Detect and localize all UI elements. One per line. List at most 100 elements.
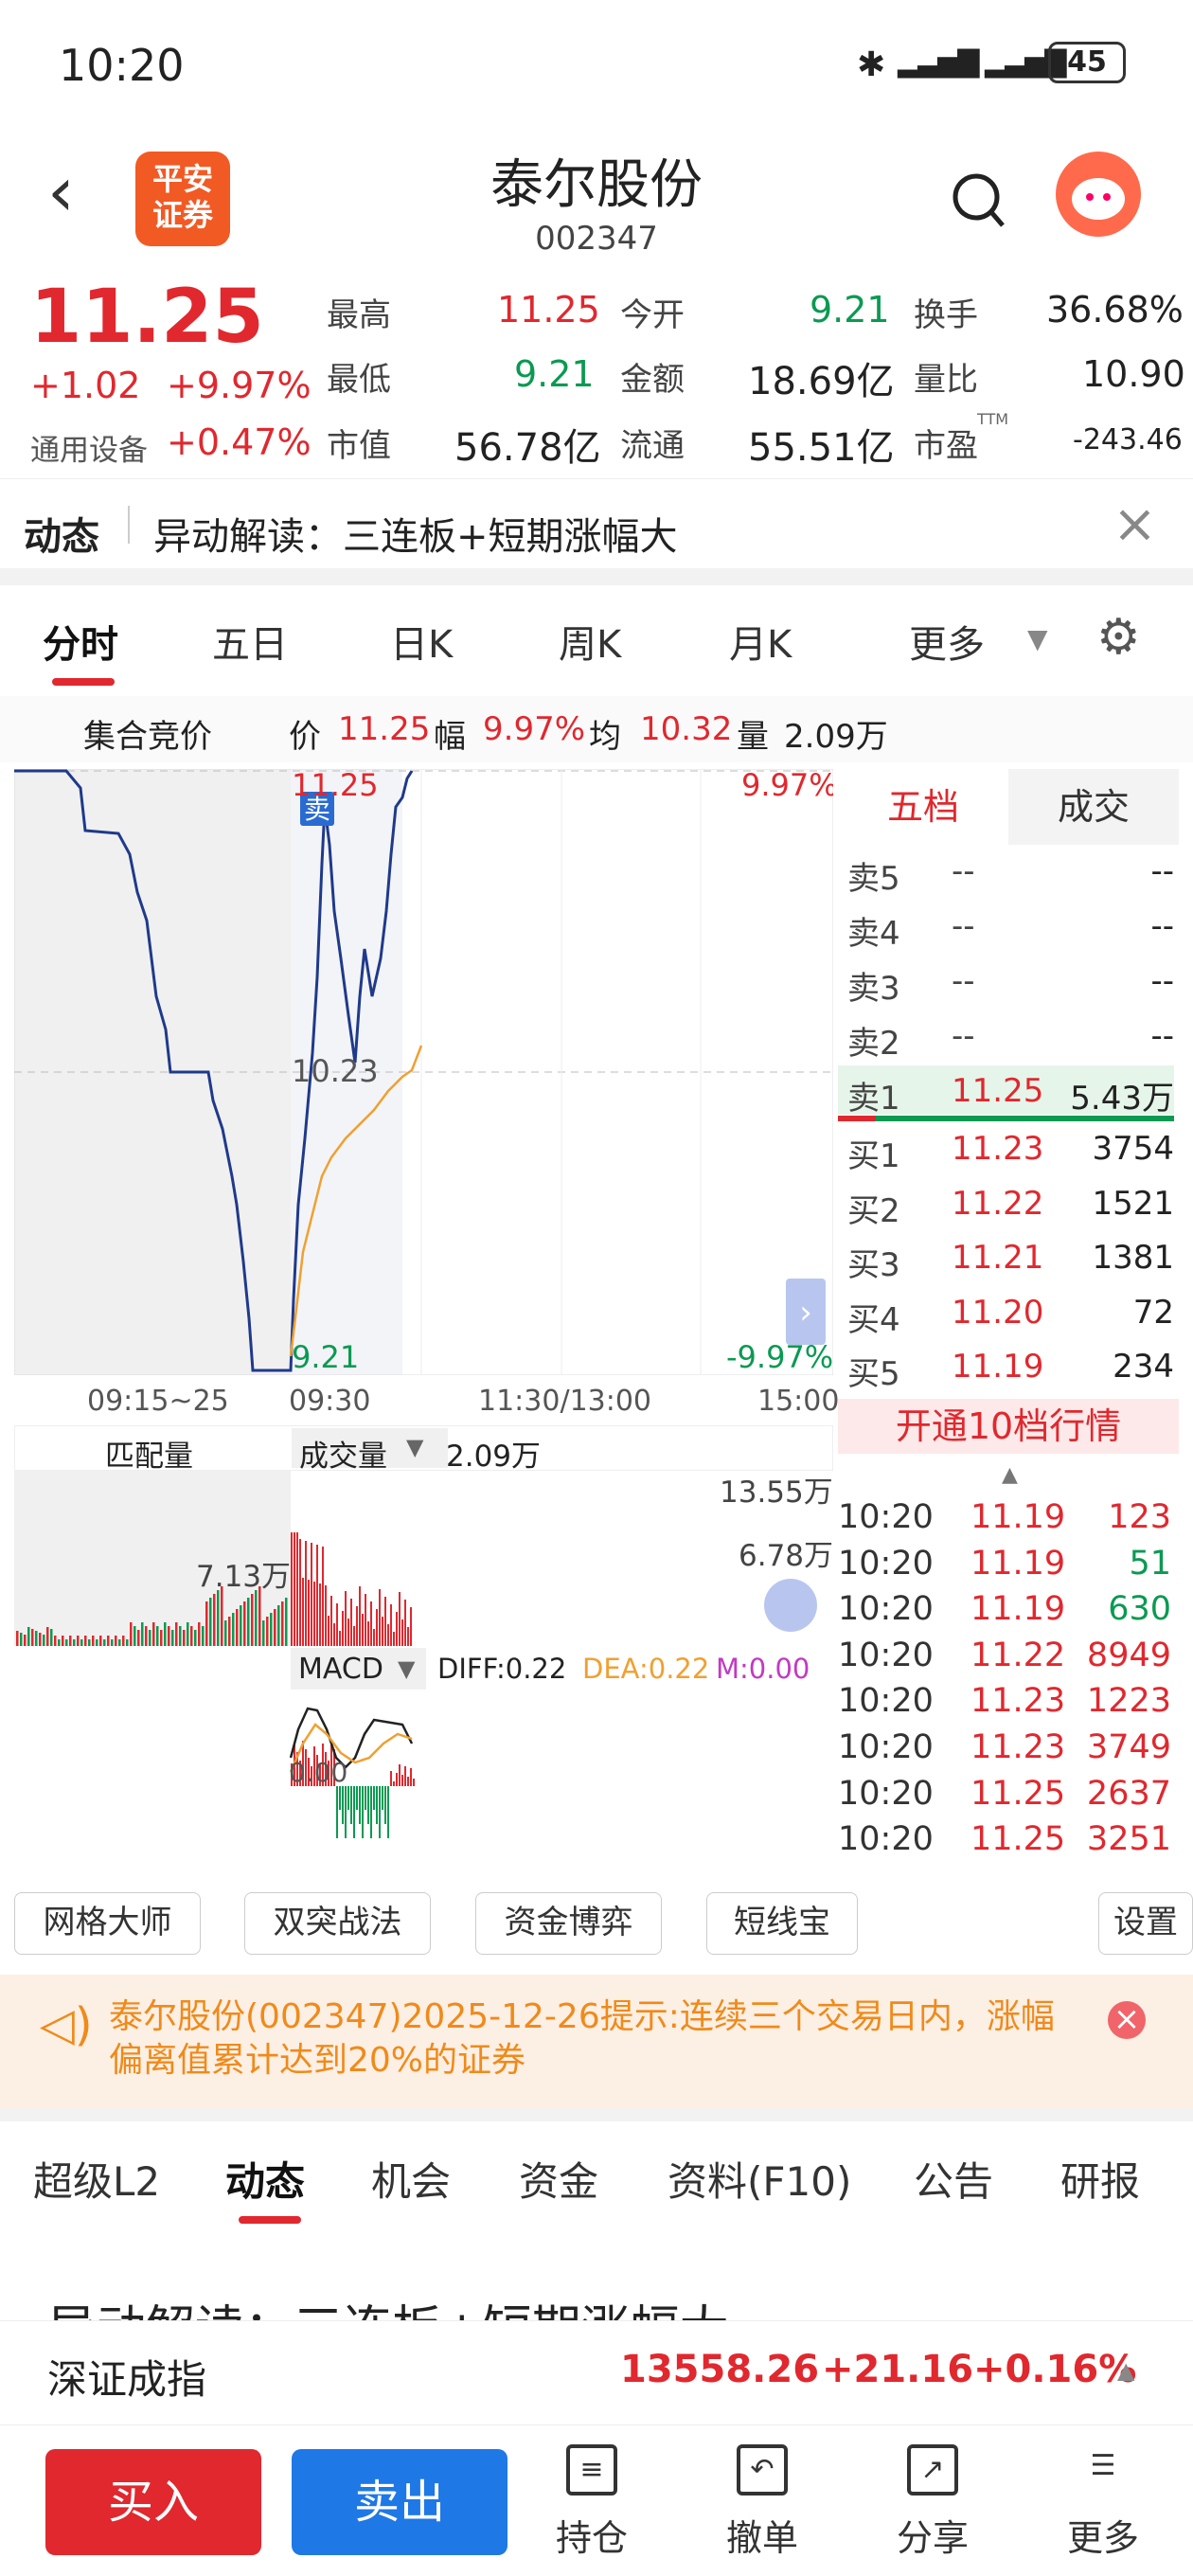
volume-axis-mid: 6.78万 (739, 1539, 833, 1573)
tab-opportunity[interactable]: 机会 (371, 2150, 451, 2208)
volume-bar (367, 1621, 369, 1646)
level-volume: 1521 (1092, 1185, 1174, 1223)
tab-indicator (239, 2216, 301, 2224)
level-price: -- (952, 907, 975, 945)
level-volume: -- (1150, 1017, 1174, 1055)
list-icon: ≡ (566, 2444, 617, 2496)
macd-bar (379, 1786, 381, 1838)
short-term-button[interactable]: 短线宝 (706, 1892, 858, 1955)
macd-bar (407, 1777, 409, 1786)
tick-row: 10:20 11.22 8949 (838, 1637, 1179, 1682)
tick-volume: 3251 (1086, 1820, 1171, 1859)
tab-trades[interactable]: 成交 (1008, 769, 1179, 845)
risk-alert[interactable]: ◁) 泰尔股份(002347)2025-12-26提示:连续三个交易日内，涨幅偏… (0, 1975, 1193, 2107)
more-button[interactable]: ☰ 更多 (1051, 2444, 1155, 2561)
chevron-up-icon[interactable]: ▲ (1117, 2357, 1134, 2384)
bid-row[interactable]: 买2 11.22 1521 (847, 1177, 1174, 1230)
volume-bar (190, 1626, 193, 1646)
tick-volume: 123 (1108, 1498, 1171, 1536)
open-10-level-button[interactable]: 开通10档行情 (838, 1399, 1179, 1454)
ask-row[interactable]: 卖2 -- -- (847, 1010, 1174, 1063)
fund-game-button[interactable]: 资金博弈 (475, 1892, 662, 1955)
fullscreen-icon[interactable] (764, 1579, 817, 1632)
macd-bar (387, 1786, 389, 1838)
bid-row[interactable]: 买3 11.21 1381 (847, 1231, 1174, 1284)
tab-more[interactable]: 更多 (909, 614, 985, 669)
double-breakout-button[interactable]: 双突战法 (244, 1892, 431, 1955)
grid-master-button[interactable]: 网格大师 (14, 1892, 201, 1955)
chevron-down-icon[interactable]: ▼ (398, 1655, 415, 1682)
tab-dynamic[interactable]: 动态 (225, 2150, 305, 2208)
news-bar[interactable]: 动态 异动解读：三连板+短期涨幅大 × (0, 478, 1193, 568)
bid-row[interactable]: 买4 11.20 72 (847, 1286, 1174, 1339)
tick-row: 10:20 11.19 123 (838, 1498, 1179, 1544)
chevron-up-icon[interactable]: ▲ (1002, 1463, 1018, 1487)
axis-bottom-price: 9.21 (292, 1339, 359, 1375)
tab-five-level[interactable]: 五档 (838, 769, 1008, 845)
tab-monthly-k[interactable]: 月K (729, 614, 792, 669)
chevron-down-icon[interactable]: ▼ (406, 1434, 423, 1460)
volume-bar (164, 1622, 167, 1646)
bid-row[interactable]: 买5 11.19 234 (847, 1340, 1174, 1393)
buy-button[interactable]: 买入 (45, 2449, 261, 2555)
tab-five-day[interactable]: 五日 (212, 614, 288, 669)
tab-weekly-k[interactable]: 周K (559, 614, 621, 669)
tick-price: 11.19 (970, 1590, 1066, 1629)
open-value: 9.21 (810, 289, 890, 331)
tick-time: 10:20 (838, 1728, 934, 1766)
tick-volume: 1223 (1086, 1682, 1171, 1721)
index-ticker[interactable]: 深证成指 13558.26 +21.16 +0.16% ▲ (0, 2320, 1193, 2424)
tab-research[interactable]: 研报 (1060, 2150, 1140, 2208)
volume-bar (179, 1626, 182, 1646)
volume-bar (308, 1580, 310, 1646)
chart-info-line: 集合竞价 价 11.25 幅 9.97% 均 10.32 量 2.09万 (0, 696, 1193, 762)
peek-headline[interactable]: 异动解读：三连板+短期涨幅大 (47, 2289, 729, 2320)
chevron-down-icon[interactable]: ▼ (1027, 623, 1048, 654)
volume-bar (243, 1601, 246, 1646)
header: ‹ 平安 证券 泰尔股份 002347 (0, 133, 1193, 270)
index-value: 13558.26 (620, 2348, 820, 2391)
share-button[interactable]: ↗ 分享 (881, 2444, 985, 2561)
intraday-chart[interactable]: 卖 11.25 9.97% 10.23 9.21 -9.97% › (14, 769, 833, 1375)
tick-time: 10:20 (838, 1820, 934, 1859)
tab-funds[interactable]: 资金 (519, 2150, 598, 2208)
gear-icon[interactable]: ⚙ (1096, 609, 1141, 666)
close-icon[interactable]: × (1108, 2001, 1146, 2039)
ask-row[interactable]: 卖1 11.25 5.43万 (847, 1064, 1174, 1118)
bid-row[interactable]: 买1 11.23 3754 (847, 1122, 1174, 1175)
tab-announcements[interactable]: 公告 (914, 2150, 993, 2208)
tab-f10[interactable]: 资料(F10) (668, 2150, 851, 2208)
volume-bar (122, 1636, 125, 1646)
volratio-label: 量比 (914, 361, 978, 399)
ask-row[interactable]: 卖5 -- -- (847, 845, 1174, 898)
macd-bar (347, 1786, 349, 1810)
volume-bar (213, 1594, 216, 1646)
holdings-button[interactable]: ≡ 持仓 (540, 2444, 644, 2561)
settings-button[interactable]: 设置 (1098, 1892, 1193, 1955)
amount-label: 金额 (620, 361, 685, 399)
tab-daily-k[interactable]: 日K (390, 614, 453, 669)
tab-intraday[interactable]: 分时 (43, 614, 118, 669)
battery-icon: 45 (1048, 42, 1126, 83)
macd-chart: 0.00 (289, 1707, 415, 1838)
close-icon[interactable]: × (1113, 493, 1157, 555)
sell-button[interactable]: 卖出 (292, 2449, 507, 2555)
news-text[interactable]: 异动解读：三连板+短期涨幅大 (153, 506, 678, 561)
search-icon[interactable] (950, 170, 1006, 231)
amount-value: 18.69亿 (748, 360, 895, 403)
ask-row[interactable]: 卖4 -- -- (847, 900, 1174, 953)
avg-label: 均 (589, 718, 621, 756)
low-value: 9.21 (514, 353, 595, 395)
volume-bar (171, 1630, 174, 1646)
ask-row[interactable]: 卖3 -- -- (847, 955, 1174, 1008)
action-bar: 买入 卖出 ≡ 持仓 ↶ 撤单 ↗ 分享 ☰ 更多 (0, 2424, 1193, 2576)
sector-name[interactable]: 通用设备 (30, 426, 148, 469)
tab-super-l2[interactable]: 超级L2 (33, 2150, 160, 2208)
volume-bar (294, 1532, 295, 1646)
volume-bar (370, 1601, 372, 1646)
auction-label: 集合竞价 (83, 718, 212, 756)
cancel-order-button[interactable]: ↶ 撤单 (710, 2444, 814, 2561)
avatar[interactable] (1056, 152, 1141, 237)
volume-bar (353, 1626, 355, 1646)
chevron-right-icon[interactable]: › (799, 1294, 812, 1332)
